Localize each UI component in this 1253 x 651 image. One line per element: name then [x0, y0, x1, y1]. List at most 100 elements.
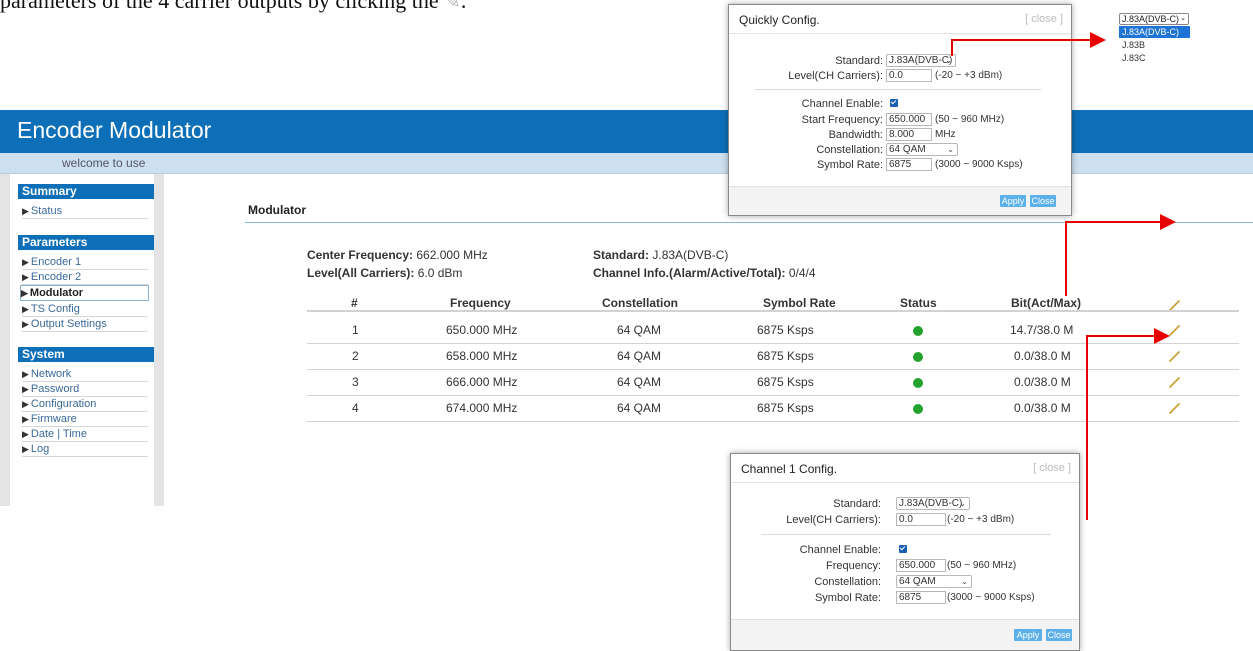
status-dot [913, 326, 923, 336]
channel-enable-checkbox[interactable] [890, 99, 898, 107]
triangle-icon: ▶ [22, 429, 29, 439]
cell-symbol-rate: 6875 Ksps [757, 323, 814, 337]
constellation-select-value: 64 QAM [899, 576, 936, 587]
constellation-select[interactable]: 64 QAM ⌄ [896, 575, 972, 588]
dialog-separator [761, 534, 1051, 535]
standard-dropdown-select[interactable]: J.83A(DVB-C) ⌄ [1119, 13, 1189, 25]
cell-num: 4 [352, 401, 359, 415]
symbol-rate-label: Symbol Rate: [814, 592, 881, 604]
frequency-label: Frequency: [825, 560, 881, 572]
sidebar-head-system: System [18, 347, 154, 362]
standard-info: Standard: J.83A(DVB-C) [593, 248, 728, 262]
col-header-constellation: Constellation [602, 296, 679, 310]
center-frequency-info: Center Frequency: 662.000 MHz [307, 248, 488, 262]
col-header-bit: Bit(Act/Max) [1011, 296, 1082, 310]
dialog-close-link[interactable]: [ close ] [1033, 462, 1071, 474]
triangle-icon: ▶ [22, 319, 29, 329]
left-gutter [0, 174, 10, 506]
dialog-title-divider [729, 33, 1071, 34]
dialog-separator [755, 89, 1041, 90]
level-hint: (-20 ~ +3 dBm) [947, 514, 1015, 525]
symbol-rate-hint: (3000 ~ 9000 Ksps) [947, 592, 1035, 603]
level-hint: (-20 ~ +3 dBm) [935, 70, 1003, 81]
bandwidth-input[interactable]: 8.000 [886, 128, 932, 141]
pencil-icon: ✎ [444, 0, 461, 13]
cell-frequency: 650.000 MHz [446, 323, 518, 337]
sidebar-item-encoder-1[interactable]: ▶ Encoder 1 [22, 255, 148, 270]
level-input[interactable]: 0.0 [896, 513, 946, 526]
symbol-rate-input[interactable]: 6875 [886, 158, 932, 171]
level-input[interactable]: 0.0 [886, 69, 932, 82]
sidebar-item-configuration[interactable]: ▶ Configuration [22, 397, 148, 412]
col-header-symbol-rate: Symbol Rate [763, 296, 836, 310]
apply-button[interactable]: Apply [1000, 195, 1026, 207]
channel-enable-label: Channel Enable: [801, 98, 883, 110]
start-frequency-input[interactable]: 650.000 [886, 113, 932, 126]
sidebar-item-encoder-2[interactable]: ▶ Encoder 2 [22, 270, 148, 285]
sidebar-item-label: Output Settings [30, 318, 107, 330]
chevron-down-icon: ⌄ [947, 145, 954, 154]
sidebar-item-label: Status [30, 205, 63, 217]
center-frequency-value: 662.000 MHz [416, 248, 488, 262]
doc-instruction-text: parameters of the 4 carrier outputs by c… [0, 0, 466, 14]
chevron-down-icon: ⌄ [1180, 15, 1186, 22]
header-divider [307, 310, 1239, 312]
cell-symbol-rate: 6875 Ksps [757, 375, 814, 389]
cell-constellation: 64 QAM [617, 349, 662, 363]
channel-enable-checkbox[interactable] [899, 545, 907, 553]
col-header-num: # [351, 296, 358, 310]
dialog-title: Channel 1 Config. [741, 462, 838, 476]
level-info: Level(All Carriers): 6.0 dBm [307, 266, 462, 280]
sidebar: Summary ▶ Status Parameters ▶ Encoder 1 ▶ E… [10, 174, 154, 506]
close-button[interactable]: Close [1046, 629, 1072, 641]
pencil-icon[interactable] [1168, 375, 1182, 389]
triangle-icon: ▶ [21, 288, 28, 298]
apply-button[interactable]: Apply [1014, 629, 1042, 641]
sidebar-item-network[interactable]: ▶ Network [22, 367, 148, 382]
standard-select[interactable]: J.83A(DVB-C) ⌄ [886, 54, 956, 67]
col-header-status: Status [900, 296, 937, 310]
cell-frequency: 666.000 MHz [446, 375, 518, 389]
symbol-rate-input[interactable]: 6875 [896, 591, 946, 604]
status-dot [913, 378, 923, 388]
cell-symbol-rate: 6875 Ksps [757, 349, 814, 363]
dialog-footer: Apply Close [731, 619, 1079, 650]
sidebar-head-summary: Summary [18, 184, 154, 199]
pencil-icon[interactable] [1168, 323, 1182, 337]
sidebar-item-label: Modulator [29, 287, 84, 299]
status-dot [913, 404, 923, 414]
sidebar-item-modulator[interactable]: ▶ Modulator [20, 285, 149, 301]
standard-label: Standard: [835, 55, 883, 67]
sidebar-item-label: Encoder 1 [30, 256, 82, 268]
sidebar-item-status[interactable]: ▶ Status [22, 204, 148, 219]
standard-option[interactable]: J.83B [1119, 39, 1190, 51]
close-button[interactable]: Close [1030, 195, 1056, 207]
sidebar-item-password[interactable]: ▶ Password [22, 382, 148, 397]
sidebar-item-firmware[interactable]: ▶ Firmware [22, 412, 148, 427]
sidebar-item-log[interactable]: ▶ Log [22, 442, 148, 457]
channel-enable-label: Channel Enable: [799, 544, 881, 556]
standard-option[interactable]: J.83C [1119, 52, 1190, 64]
cell-frequency: 658.000 MHz [446, 349, 518, 363]
level-label: Level(CH Carriers): [788, 70, 883, 82]
table-row: 3 666.000 MHz 64 QAM 6875 Ksps 0.0/38.0 … [307, 369, 1239, 396]
chevron-down-icon: ⌄ [961, 577, 968, 586]
triangle-icon: ▶ [22, 369, 29, 379]
constellation-select[interactable]: 64 QAM ⌄ [886, 143, 958, 156]
frequency-hint: (50 ~ 960 MHz) [947, 560, 1017, 571]
standard-select-value: J.83A(DVB-C) [889, 55, 953, 66]
triangle-icon: ▶ [22, 399, 29, 409]
chevron-down-icon: ⌄ [945, 56, 952, 65]
frequency-input[interactable]: 650.000 [896, 559, 946, 572]
standard-option[interactable]: J.83A(DVB-C) [1119, 26, 1190, 38]
sidebar-item-ts-config[interactable]: ▶ TS Config [22, 302, 148, 317]
dialog-close-link[interactable]: [ close ] [1025, 13, 1063, 25]
pencil-icon[interactable] [1168, 401, 1182, 415]
sidebar-item-output-settings[interactable]: ▶ Output Settings [22, 317, 148, 332]
triangle-icon: ▶ [22, 272, 29, 282]
sidebar-item-date-time[interactable]: ▶ Date | Time [22, 427, 148, 442]
triangle-icon: ▶ [22, 257, 29, 267]
triangle-icon: ▶ [22, 304, 29, 314]
standard-select[interactable]: J.83A(DVB-C) ⌄ [896, 497, 970, 510]
pencil-icon[interactable] [1168, 349, 1182, 363]
